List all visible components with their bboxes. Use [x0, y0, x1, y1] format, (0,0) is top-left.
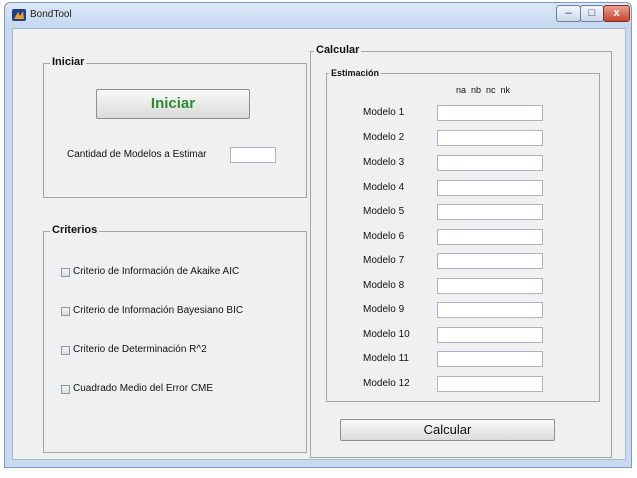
modelo-4-input[interactable] — [437, 180, 543, 196]
modelo-8-label: Modelo 8 — [363, 280, 405, 291]
modelo-9-label: Modelo 9 — [363, 304, 405, 315]
cantidad-modelos-input[interactable] — [230, 147, 276, 163]
client-area: Iniciar Iniciar Cantidad de Modelos a Es… — [12, 28, 626, 460]
iniciar-panel-title: Iniciar — [50, 56, 87, 68]
criterios-panel: Criterios Criterio de Información de Aka… — [43, 224, 307, 453]
criterios-panel-title: Criterios — [50, 224, 100, 236]
aic-checkbox[interactable] — [61, 268, 70, 277]
modelo-8-input[interactable] — [437, 278, 543, 294]
modelo-3-label: Modelo 3 — [363, 157, 405, 168]
bic-label: Criterio de Información Bayesiano BIC — [73, 305, 244, 316]
bic-checkbox[interactable] — [61, 307, 70, 316]
modelo-6-label: Modelo 6 — [363, 231, 405, 242]
minimize-button[interactable]: – — [556, 5, 581, 22]
modelo-10-label: Modelo 10 — [363, 329, 410, 340]
modelo-6-input[interactable] — [437, 229, 543, 245]
estimacion-panel: Estimación na nb nc nk Modelo 1 Modelo 2… — [326, 68, 600, 402]
modelo-11-label: Modelo 11 — [363, 353, 409, 364]
window-title: BondTool — [30, 9, 72, 20]
modelo-2-input[interactable] — [437, 130, 543, 146]
calcular-panel-title: Calcular — [314, 44, 362, 56]
column-header: na nb nc nk — [456, 85, 511, 95]
modelo-7-input[interactable] — [437, 253, 543, 269]
cme-checkbox[interactable] — [61, 385, 70, 394]
title-bar[interactable]: BondTool – □ x — [5, 3, 631, 29]
modelo-12-label: Modelo 12 — [363, 378, 410, 389]
modelo-10-input[interactable] — [437, 327, 543, 343]
close-button[interactable]: x — [603, 5, 630, 22]
aic-label: Criterio de Información de Akaike AIC — [73, 266, 240, 277]
modelo-12-input[interactable] — [437, 376, 543, 392]
calcular-button-label: Calcular — [423, 422, 472, 437]
calcular-panel: Calcular Estimación na nb nc nk Modelo 1… — [310, 44, 612, 458]
app-window: BondTool – □ x Iniciar Iniciar Cantidad … — [4, 2, 632, 468]
modelo-11-input[interactable] — [437, 351, 543, 367]
cme-label: Cuadrado Medio del Error CME — [73, 383, 214, 394]
modelo-4-label: Modelo 4 — [363, 182, 405, 193]
modelo-5-input[interactable] — [437, 204, 543, 220]
modelo-9-input[interactable] — [437, 302, 543, 318]
modelo-1-label: Modelo 1 — [363, 107, 405, 118]
app-icon — [12, 9, 26, 21]
modelo-1-input[interactable] — [437, 105, 543, 121]
iniciar-button[interactable]: Iniciar — [96, 89, 250, 119]
modelo-7-label: Modelo 7 — [363, 255, 405, 266]
iniciar-button-label: Iniciar — [150, 95, 196, 112]
estimacion-panel-title: Estimación — [329, 68, 382, 78]
modelo-3-input[interactable] — [437, 155, 543, 171]
modelo-5-label: Modelo 5 — [363, 206, 405, 217]
cantidad-label: Cantidad de Modelos a Estimar — [67, 149, 207, 160]
calcular-button[interactable]: Calcular — [340, 419, 555, 441]
maximize-button[interactable]: □ — [580, 5, 604, 22]
r2-label: Criterio de Determinación R^2 — [73, 344, 207, 355]
iniciar-panel: Iniciar Iniciar Cantidad de Modelos a Es… — [43, 56, 307, 198]
r2-checkbox[interactable] — [61, 346, 70, 355]
modelo-2-label: Modelo 2 — [363, 132, 405, 143]
